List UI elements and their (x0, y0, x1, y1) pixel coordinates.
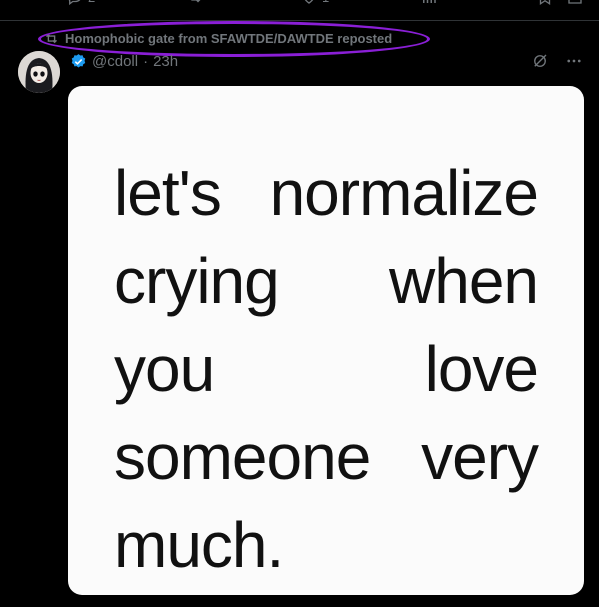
image-word: love (424, 333, 539, 405)
timeline: 2 1 Homophobic gate from SFAWTDE/DAWTDE … (0, 0, 599, 607)
views-icon (423, 0, 436, 3)
bookmark-button[interactable] (536, 0, 554, 6)
bookmark-icon (539, 0, 551, 6)
repost-text: Homophobic gate from SFAWTDE/DAWTDE repo… (65, 30, 393, 46)
share-button[interactable] (566, 0, 584, 6)
reply-count: 2 (88, 0, 95, 5)
image-word: someone (114, 421, 371, 493)
like-button[interactable]: 1 (300, 0, 329, 6)
image-word: much. (114, 509, 284, 581)
repost-button[interactable] (186, 0, 204, 6)
image-word: you (114, 333, 215, 405)
header-separator: · (143, 52, 149, 70)
image-caption-text: let's normalize crying when you love som… (114, 148, 539, 588)
image-text-line: much. (114, 500, 538, 588)
repost-icon (46, 33, 57, 43)
avatar[interactable] (18, 51, 60, 93)
verified-badge-icon (71, 53, 86, 68)
tweet-image[interactable]: let's normalize crying when you love som… (68, 86, 584, 595)
tweet-header: @cdoll · 23h (70, 51, 178, 71)
reply-button[interactable]: 2 (66, 0, 95, 6)
image-word: when (389, 245, 539, 317)
reply-icon (68, 0, 81, 6)
tweet-time[interactable]: 23h (153, 53, 178, 70)
image-word: very (421, 421, 539, 493)
avatar-image (18, 51, 60, 93)
heart-icon (304, 0, 314, 4)
more-icon[interactable] (565, 52, 583, 70)
tweet-divider (0, 20, 599, 21)
image-text-line: crying when (114, 236, 539, 324)
views-button[interactable] (420, 0, 438, 6)
image-word: crying (114, 245, 280, 317)
image-word: normalize (269, 157, 539, 229)
image-text-line: you love (114, 324, 539, 412)
share-icon (568, 0, 582, 4)
like-count: 1 (322, 0, 329, 5)
grok-icon[interactable] (531, 52, 549, 70)
repost-context[interactable]: Homophobic gate from SFAWTDE/DAWTDE repo… (44, 29, 392, 47)
image-word: let's (114, 157, 222, 229)
tweet-header-actions (531, 52, 583, 70)
image-text-line: someone very (114, 412, 539, 500)
repost-icon (191, 0, 201, 3)
user-handle[interactable]: @cdoll (92, 53, 138, 70)
previous-tweet-actions: 2 1 (0, 0, 599, 10)
image-text-line: let's normalize (114, 148, 539, 236)
